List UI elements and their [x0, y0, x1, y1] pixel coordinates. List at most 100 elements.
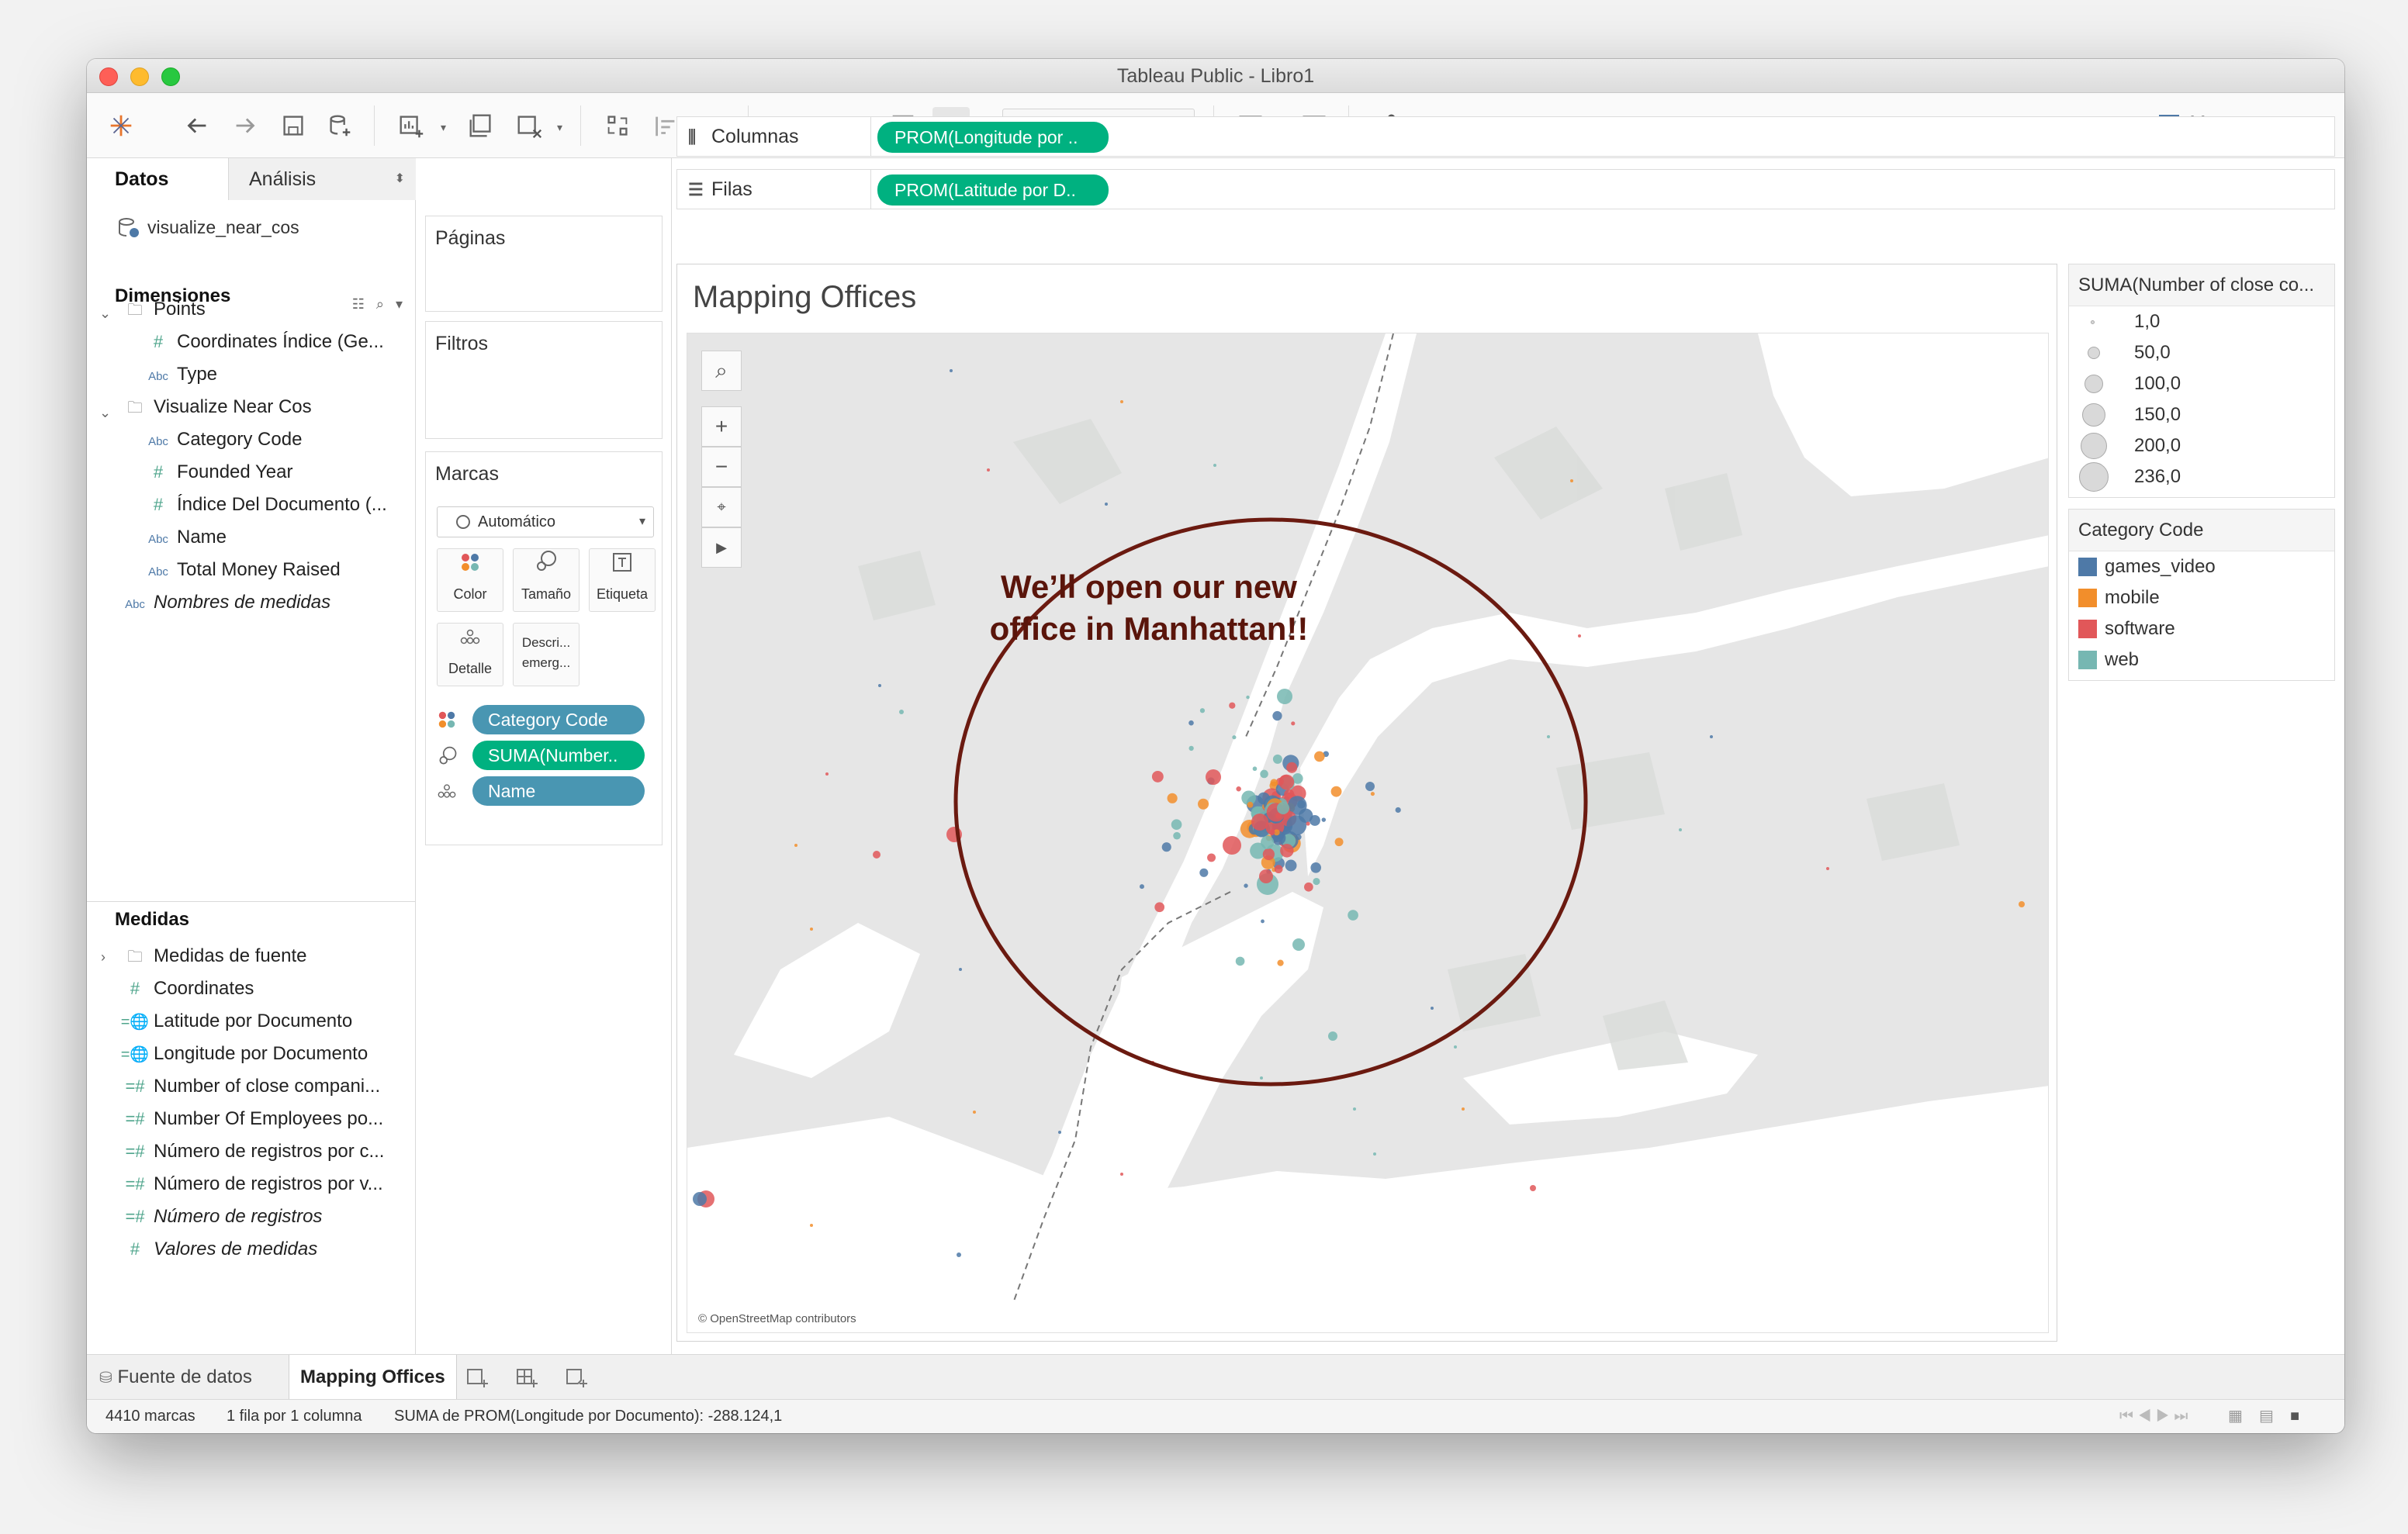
office-mark	[1431, 1007, 1434, 1010]
field-indice-del-documento[interactable]: # Índice Del Documento (...	[143, 490, 387, 520]
field-points-folder[interactable]: 🗀 Points	[119, 295, 206, 324]
search-icon[interactable]: ⌕	[376, 296, 384, 312]
field-valores-de-medidas[interactable]: # Valores de medidas	[119, 1235, 317, 1264]
pill-columns-longitude[interactable]: PROM(Longitude por ..	[877, 122, 1109, 153]
field-number-of-close-companies[interactable]: =# Number of close compani...	[119, 1072, 380, 1101]
list-view-icon[interactable]: ☷	[352, 296, 365, 312]
marks-pill-suma-number[interactable]: SUMA(Number..	[437, 741, 662, 772]
field-numero-de-registros[interactable]: =# Número de registros	[119, 1202, 322, 1232]
marks-layer[interactable]	[687, 333, 2049, 1333]
tab-data-source[interactable]: ⛁ Fuente de datos	[99, 1355, 252, 1400]
field-latitude-por-documento[interactable]: =🌐 Latitude por Documento	[119, 1007, 352, 1036]
pages-shelf[interactable]: Páginas	[425, 216, 663, 312]
office-mark	[1292, 938, 1305, 951]
chevron-down-icon[interactable]: ⌄	[99, 405, 111, 421]
pill-category-code[interactable]: Category Code	[472, 705, 645, 734]
reset-map-button[interactable]: ⌖	[701, 487, 742, 527]
size-legend-item[interactable]: 100,0	[2069, 368, 2334, 399]
zoom-out-button[interactable]: −	[701, 447, 742, 487]
sheet-nav-arrows[interactable]: ⏮ ◀ ▶ ⏭	[2119, 1400, 2188, 1432]
tab-mapping-offices[interactable]: Mapping Offices	[289, 1355, 457, 1400]
tabs-view-icon[interactable]: ■	[2290, 1400, 2299, 1432]
new-worksheet-icon[interactable]	[393, 107, 430, 144]
minimize-window-button[interactable]	[130, 67, 149, 86]
office-mark	[946, 827, 962, 842]
field-coordinates-indice[interactable]: # Coordinates Índice (Ge...	[143, 327, 384, 357]
field-name[interactable]: Abc Name	[143, 523, 227, 552]
columns-shelf[interactable]: ⫼ Columnas PROM(Longitude por ..	[676, 116, 2335, 157]
map-credit: © OpenStreetMap contributors	[695, 1311, 860, 1326]
pill-suma-number[interactable]: SUMA(Number..	[472, 741, 645, 770]
map-search-button[interactable]: ⌕	[701, 351, 742, 391]
dimensions-menu-icon[interactable]: ▾	[396, 296, 403, 312]
new-worksheet-dropdown[interactable]: ▾	[441, 121, 446, 134]
filters-shelf[interactable]: Filtros	[425, 321, 663, 439]
field-visualize-near-cos-folder[interactable]: 🗀 Visualize Near Cos	[119, 392, 312, 422]
marks-pill-name[interactable]: Name	[437, 776, 662, 807]
tableau-window: Tableau Public - Libro1 ▾ ▾ ▾ ▾ ▾ ▾	[87, 59, 2344, 1433]
filmstrip-icon[interactable]: ▤	[2259, 1400, 2274, 1432]
tab-datos[interactable]: Datos	[87, 158, 228, 200]
field-numero-registros-v[interactable]: =# Número de registros por v...	[119, 1170, 382, 1199]
undo-icon[interactable]	[178, 107, 216, 144]
field-type[interactable]: Abc Type	[143, 360, 217, 389]
clear-sheet-dropdown[interactable]: ▾	[557, 121, 562, 134]
field-total-money-raised[interactable]: Abc Total Money Raised	[143, 555, 341, 585]
field-numero-registros-c[interactable]: =# Número de registros por c...	[119, 1137, 384, 1166]
detail-label: Detalle	[448, 661, 493, 676]
office-mark	[1286, 762, 1298, 773]
maximize-window-button[interactable]	[161, 67, 180, 86]
clear-sheet-icon[interactable]	[510, 107, 548, 144]
size-legend-item[interactable]: 50,0	[2069, 337, 2334, 368]
field-longitude-por-documento[interactable]: =🌐 Longitude por Documento	[119, 1039, 368, 1069]
color-legend-item-mobile[interactable]: mobile	[2069, 582, 2334, 613]
office-mark	[1188, 745, 1194, 751]
size-legend-item[interactable]: 1,0	[2069, 306, 2334, 337]
field-medidas-de-fuente[interactable]: 🗀 Medidas de fuente	[119, 941, 306, 971]
mark-type-dropdown[interactable]: Automático ▾	[437, 506, 654, 537]
sheet-tabs: ⛁ Fuente de datos Mapping Offices	[87, 1354, 2344, 1400]
tooltip-button[interactable]: Descri... emerg...	[513, 623, 580, 686]
field-coordinates[interactable]: # Coordinates	[119, 974, 254, 1004]
field-founded-year[interactable]: # Founded Year	[143, 458, 293, 487]
redo-icon[interactable]	[227, 107, 264, 144]
close-window-button[interactable]	[99, 67, 118, 86]
expand-toolbar-button[interactable]: ▶	[701, 527, 742, 568]
tab-analisis[interactable]: Análisis ⬍	[228, 158, 416, 200]
color-legend-item-games-video[interactable]: games_video	[2069, 551, 2334, 582]
swap-icon[interactable]	[599, 107, 636, 144]
save-icon[interactable]	[275, 107, 312, 144]
tableau-logo-icon[interactable]	[102, 107, 140, 144]
size-legend-item[interactable]: 236,0	[2069, 461, 2334, 492]
detail-button[interactable]: Detalle	[437, 623, 503, 686]
sheet-sorter-icon[interactable]: ▦	[2228, 1400, 2243, 1432]
tooltip-label: Descri... emerg...	[521, 635, 571, 670]
label-button[interactable]: Etiqueta	[589, 548, 656, 612]
chevron-right-icon[interactable]: ›	[101, 949, 106, 966]
map-canvas[interactable]: We’ll open our new office in Manhattan!!…	[687, 333, 2049, 1333]
duplicate-icon[interactable]	[462, 107, 500, 144]
size-button[interactable]: Tamaño	[513, 548, 580, 612]
new-data-source-icon[interactable]	[321, 107, 358, 144]
globe-icon: =🌐	[120, 1014, 150, 1031]
field-category-code[interactable]: Abc Category Code	[143, 425, 302, 454]
office-mark	[1261, 919, 1265, 924]
color-legend-item-software[interactable]: software	[2069, 613, 2334, 644]
rows-shelf[interactable]: ☰ Filas PROM(Latitude por D..	[676, 169, 2335, 209]
color-legend-item-web[interactable]: web	[2069, 644, 2334, 675]
color-button[interactable]: Color	[437, 548, 503, 612]
new-worksheet-tab-icon[interactable]	[465, 1355, 496, 1400]
data-source-item[interactable]: visualize_near_cos	[116, 216, 299, 239]
marks-pill-category-code[interactable]: Category Code	[437, 705, 662, 736]
chevron-down-icon[interactable]: ⌄	[99, 306, 111, 322]
office-mark	[825, 772, 829, 776]
zoom-in-button[interactable]: +	[701, 406, 742, 447]
field-nombres-de-medidas[interactable]: Abc Nombres de medidas	[119, 588, 330, 617]
size-legend-item[interactable]: 150,0	[2069, 399, 2334, 430]
size-legend-item[interactable]: 200,0	[2069, 430, 2334, 461]
new-dashboard-tab-icon[interactable]	[515, 1355, 546, 1400]
field-number-of-employees[interactable]: =# Number Of Employees po...	[119, 1104, 383, 1134]
pill-name[interactable]: Name	[472, 776, 645, 806]
pill-rows-latitude[interactable]: PROM(Latitude por D..	[877, 174, 1109, 206]
new-story-tab-icon[interactable]	[565, 1355, 596, 1400]
